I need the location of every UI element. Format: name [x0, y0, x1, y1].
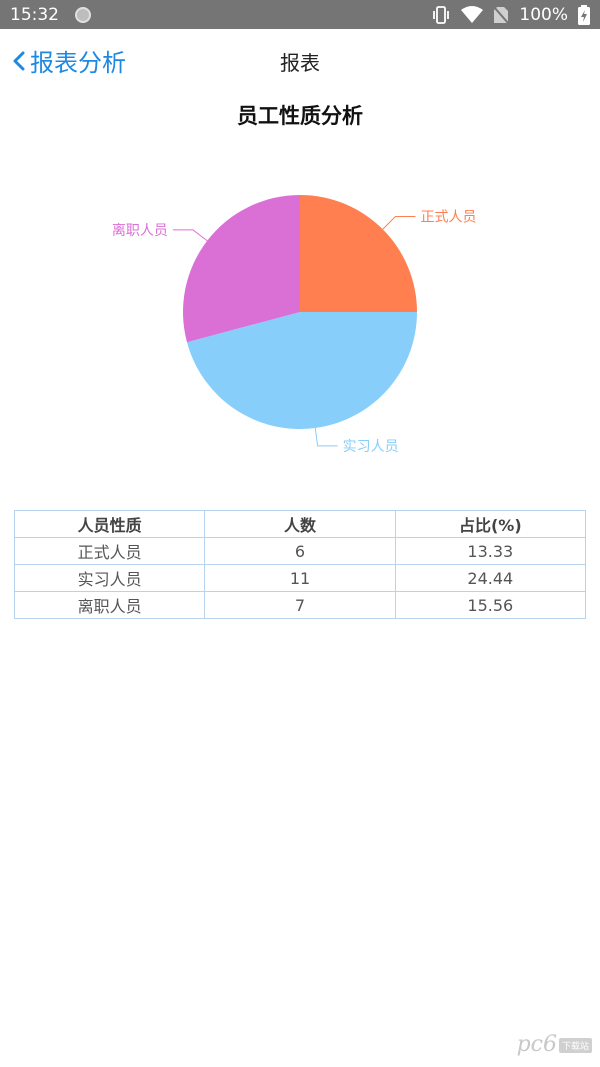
- pie-leader-line: [382, 216, 416, 230]
- table-cell: 15.56: [394, 591, 587, 619]
- pie-leader-line: [314, 427, 338, 447]
- nav-bar: 报表分析 报表: [0, 29, 600, 93]
- data-table: 人员性质 人数 占比(%) 正式人员 6 13.33 实习人员 11 24.44…: [13, 510, 587, 619]
- pie-slice-label: 正式人员: [420, 210, 476, 226]
- table-cell: 24.44: [394, 564, 587, 592]
- table-cell: 正式人员: [13, 537, 206, 565]
- pie-leader-line: [172, 229, 208, 242]
- pie-slice-label: 离职人员: [112, 222, 168, 239]
- pie-slice-label: 实习人员: [343, 439, 399, 455]
- table-header-cell: 人员性质: [13, 510, 206, 538]
- vibrate-icon: [433, 5, 450, 24]
- table-row: 正式人员 6 13.33: [13, 537, 587, 565]
- chart-title: 员工性质分析: [237, 104, 363, 128]
- table-cell: 13.33: [394, 537, 587, 565]
- table-header-cell: 占比(%): [394, 510, 587, 538]
- status-bar: 15:32 100%: [0, 0, 600, 29]
- page-title: 报表: [280, 51, 320, 75]
- table-cell: 11: [204, 564, 396, 592]
- table-cell: 离职人员: [13, 591, 206, 619]
- wifi-icon: [461, 5, 484, 23]
- battery-percent: 100%: [519, 4, 568, 25]
- notification-dot-icon: [75, 6, 91, 23]
- watermark-text: pc6: [516, 1032, 557, 1057]
- table-header-row: 人员性质 人数 占比(%): [13, 510, 587, 538]
- table-cell: 7: [204, 591, 396, 619]
- no-sim-icon: [493, 5, 510, 24]
- table-cell: 实习人员: [13, 564, 206, 592]
- pie-chart: 正式人员实习人员 离职人员: [112, 195, 476, 455]
- table-row: 实习人员 11 24.44: [13, 564, 587, 592]
- status-right: 100%: [431, 4, 590, 25]
- table-header-cell: 人数: [204, 510, 396, 538]
- watermark-logo: pc6 下载站: [517, 1032, 592, 1057]
- table-cell: 6: [204, 537, 396, 565]
- pie-slice: [300, 195, 417, 312]
- status-time: 15:32: [10, 4, 59, 25]
- table-row: 离职人员 7 15.56: [13, 591, 587, 619]
- watermark-sub: 下载站: [558, 1038, 592, 1053]
- battery-charging-icon: [578, 4, 590, 25]
